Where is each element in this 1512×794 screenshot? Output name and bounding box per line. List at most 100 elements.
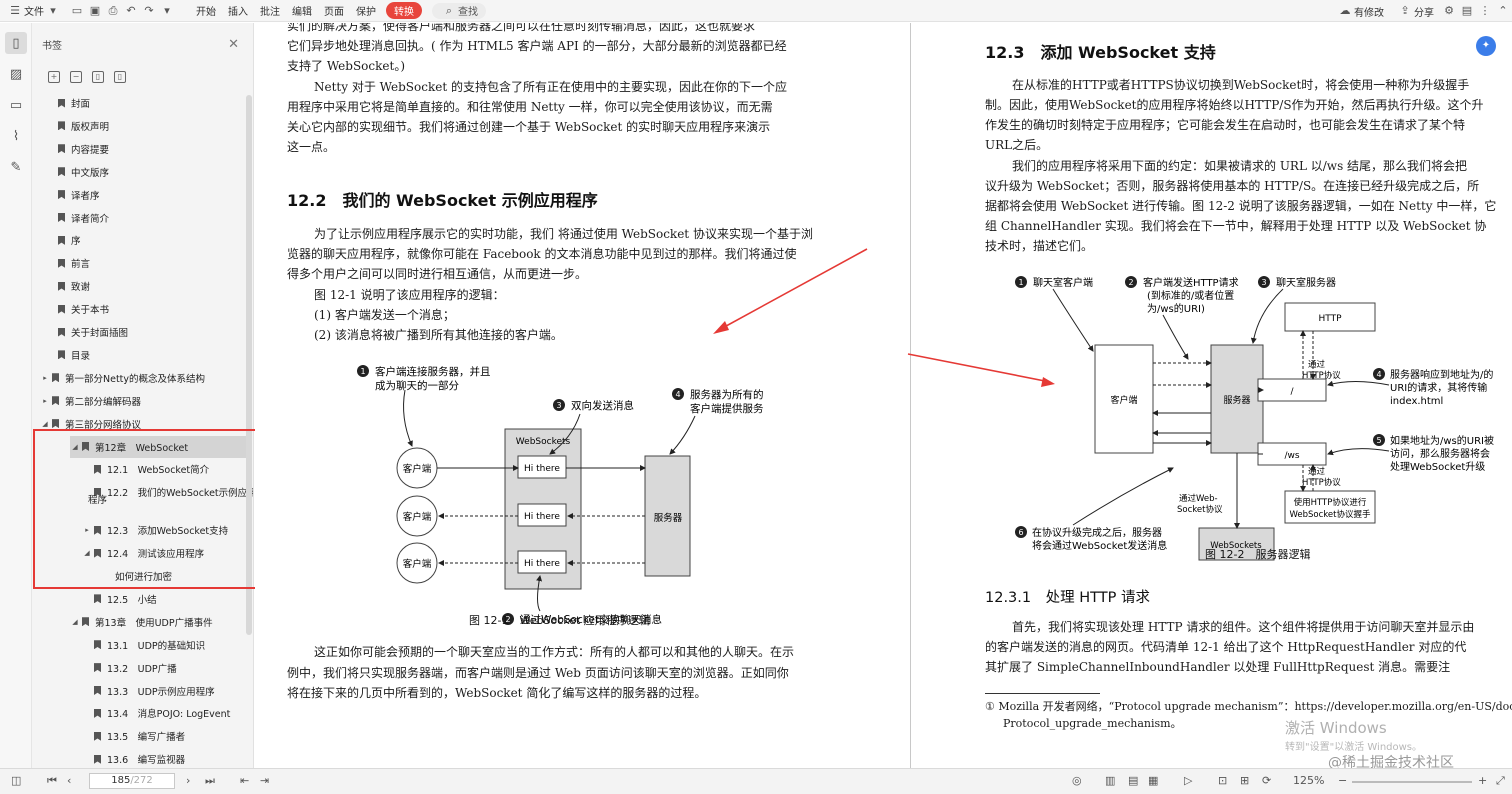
paragraph-line: 这正如你可能会预期的一个聊天室应当的工作方式：所有的人都可以和其他的人聊天。在示 [314, 645, 795, 659]
bookmark-item[interactable]: ▸ 第一部分Netty的概念及体系结构 [40, 367, 205, 389]
zoom-slider[interactable] [1352, 781, 1472, 783]
docs-icon[interactable]: ▤ [1461, 5, 1473, 17]
fig2-note6b: 将会通过WebSocket发送消息 [1032, 539, 1167, 552]
fig2-via-ws: 通过Web- [1179, 493, 1218, 504]
bookmark-item[interactable]: 关于本书 [46, 298, 109, 320]
bookmark-item[interactable]: 前言 [46, 252, 90, 274]
next-page-icon[interactable]: › [186, 774, 190, 787]
zoom-out-icon[interactable]: − [1338, 774, 1347, 787]
bookmark-item[interactable]: ▸ 第二部分编解码器 [40, 390, 141, 412]
tab-protect[interactable]: 保护 [350, 0, 382, 22]
zoom-level[interactable]: 125% [1293, 774, 1324, 787]
fit-width-icon[interactable]: ⊡ [1218, 774, 1227, 787]
bookmark-item[interactable]: 13.3 UDP示例应用程序 [82, 680, 215, 702]
signature-icon[interactable]: ✎ [5, 156, 27, 178]
more-icon[interactable]: ▾ [161, 4, 173, 17]
tab-start[interactable]: 开始 [190, 0, 222, 22]
open-icon[interactable]: ▭ [71, 4, 83, 17]
collapse-icon[interactable]: ⌃ [1497, 5, 1509, 17]
redo-icon[interactable]: ↷ [143, 4, 155, 17]
close-icon[interactable]: ✕ [228, 37, 239, 52]
save-icon[interactable]: ▣ [89, 4, 101, 17]
sub-heading-12-3-1: 12.3.1 处理 HTTP 请求 [985, 590, 1150, 606]
play-icon[interactable]: ▷ [1184, 774, 1192, 787]
chevron-down-icon: ▾ [50, 3, 56, 17]
bookmark-label: 封面 [71, 99, 91, 110]
back-icon[interactable]: ⇤ [240, 774, 249, 787]
bookmark-item[interactable]: 目录 [46, 344, 90, 366]
tab-insert[interactable]: 插入 [222, 0, 254, 22]
bookmark-item[interactable]: 13.6 编写监视器 [82, 748, 185, 768]
last-page-icon[interactable]: ⏭ [205, 774, 215, 788]
undo-icon[interactable]: ↶ [125, 4, 137, 17]
collapse-all-icon[interactable]: − [70, 71, 82, 83]
rotate-icon[interactable]: ⟳ [1262, 774, 1271, 787]
bookmark-item[interactable]: 序 [46, 229, 81, 251]
expand-arrow-icon[interactable]: ◢ [40, 420, 50, 428]
tab-page[interactable]: 页面 [318, 0, 350, 22]
bookmark-icon [58, 327, 65, 337]
bookmark-item[interactable]: 13.5 编写广播者 [82, 725, 185, 747]
cloud-icon: ☁ [1339, 4, 1351, 17]
bookmark-panel-icon[interactable]: ▯ [5, 32, 27, 54]
bookmark-item[interactable]: 译者序 [46, 184, 100, 206]
bookmark-item[interactable]: 致谢 [46, 275, 90, 297]
continuous-icon[interactable]: ▤ [1128, 774, 1138, 787]
fig1-note3: 双向发送消息 [571, 399, 634, 412]
attachment-icon[interactable]: ⌇ [5, 125, 27, 147]
bookmark-item[interactable]: 译者简介 [46, 207, 109, 229]
bookmark-icon [58, 281, 65, 291]
print-icon[interactable]: ⎙ [107, 4, 119, 17]
bookmark-icon [52, 373, 59, 383]
bookmark-item[interactable]: ◢ 第13章 使用UDP广播事件 [70, 611, 213, 633]
zoom-in-icon[interactable]: + [1478, 774, 1487, 787]
bookmark-item[interactable]: 中文版序 [46, 161, 109, 183]
settings-icon[interactable]: ⚙ [1443, 5, 1455, 17]
tab-edit[interactable]: 编辑 [286, 0, 318, 22]
tab-convert[interactable]: 转换 [386, 2, 422, 19]
file-menu[interactable]: ☰ 文件 ▾ [0, 0, 68, 22]
comment-icon[interactable]: ▭ [5, 94, 27, 116]
bookmark-label: 序 [71, 236, 81, 248]
search-input[interactable]: ⌕ 查找 [432, 2, 486, 19]
bookmark-item[interactable]: 13.2 UDP广播 [82, 657, 177, 679]
expand-arrow-icon[interactable]: ◢ [70, 618, 80, 626]
bookmark-icon [94, 754, 101, 764]
more-menu-icon[interactable]: ⋮ [1479, 5, 1491, 17]
fig1-note1: 客户端连接服务器，并且 [375, 365, 491, 378]
fig1-msg: Hi there [524, 464, 560, 474]
bookmark-item[interactable]: 封面 [46, 92, 90, 114]
single-page-icon[interactable]: ▥ [1105, 774, 1115, 787]
fig2-note5b: 访问，那么服务器将会 [1390, 447, 1490, 460]
fig1-note4b: 客户端提供服务 [690, 402, 764, 415]
bookmark-icon [94, 594, 101, 604]
bookmark-item[interactable]: 13.4 消息POJO: LogEvent [82, 702, 230, 724]
expand-all-icon[interactable]: + [48, 71, 60, 83]
bookmark-options-icon[interactable]: ▯ [114, 71, 126, 83]
fig2-note4b: URI的请求，其将传输 [1390, 381, 1487, 394]
bookmark-item[interactable]: 12.5 小结 [82, 588, 157, 610]
share-button[interactable]: ⇪ 分享 [1390, 0, 1440, 22]
bookmark-item[interactable]: 13.1 UDP的基础知识 [82, 634, 205, 656]
expand-arrow-icon[interactable]: ▸ [40, 374, 50, 382]
thumbnail-icon[interactable]: ▨ [5, 63, 27, 85]
forward-icon[interactable]: ⇥ [260, 774, 269, 787]
sidebar-toggle-icon[interactable]: ◫ [11, 774, 21, 787]
bookmark-item[interactable]: 关于封面插图 [46, 321, 128, 343]
dual-page-icon[interactable]: ▦ [1148, 774, 1158, 787]
prev-page-icon[interactable]: ‹ [67, 774, 71, 787]
bookmark-icon [58, 258, 65, 268]
fig2-via-http2: HTTP协议 [1302, 477, 1341, 488]
page-number-input[interactable]: 185/272 [89, 773, 175, 789]
expand-arrow-icon[interactable]: ▸ [40, 397, 50, 405]
bookmark-item[interactable]: 版权声明 [46, 115, 109, 137]
assistant-icon[interactable]: ✦ [1476, 36, 1496, 56]
add-bookmark-icon[interactable]: ▯ [92, 71, 104, 83]
tab-annotate[interactable]: 批注 [254, 0, 286, 22]
modified-indicator[interactable]: ☁ 有修改 [1330, 0, 1390, 22]
bookmark-item[interactable]: 内容提要 [46, 138, 109, 160]
fit-page-icon[interactable]: ⊞ [1240, 774, 1249, 787]
fullscreen-icon[interactable]: ⤢ [1496, 774, 1505, 788]
eye-protect-icon[interactable]: ◎ [1072, 774, 1082, 787]
first-page-icon[interactable]: ⏮ [47, 774, 57, 788]
